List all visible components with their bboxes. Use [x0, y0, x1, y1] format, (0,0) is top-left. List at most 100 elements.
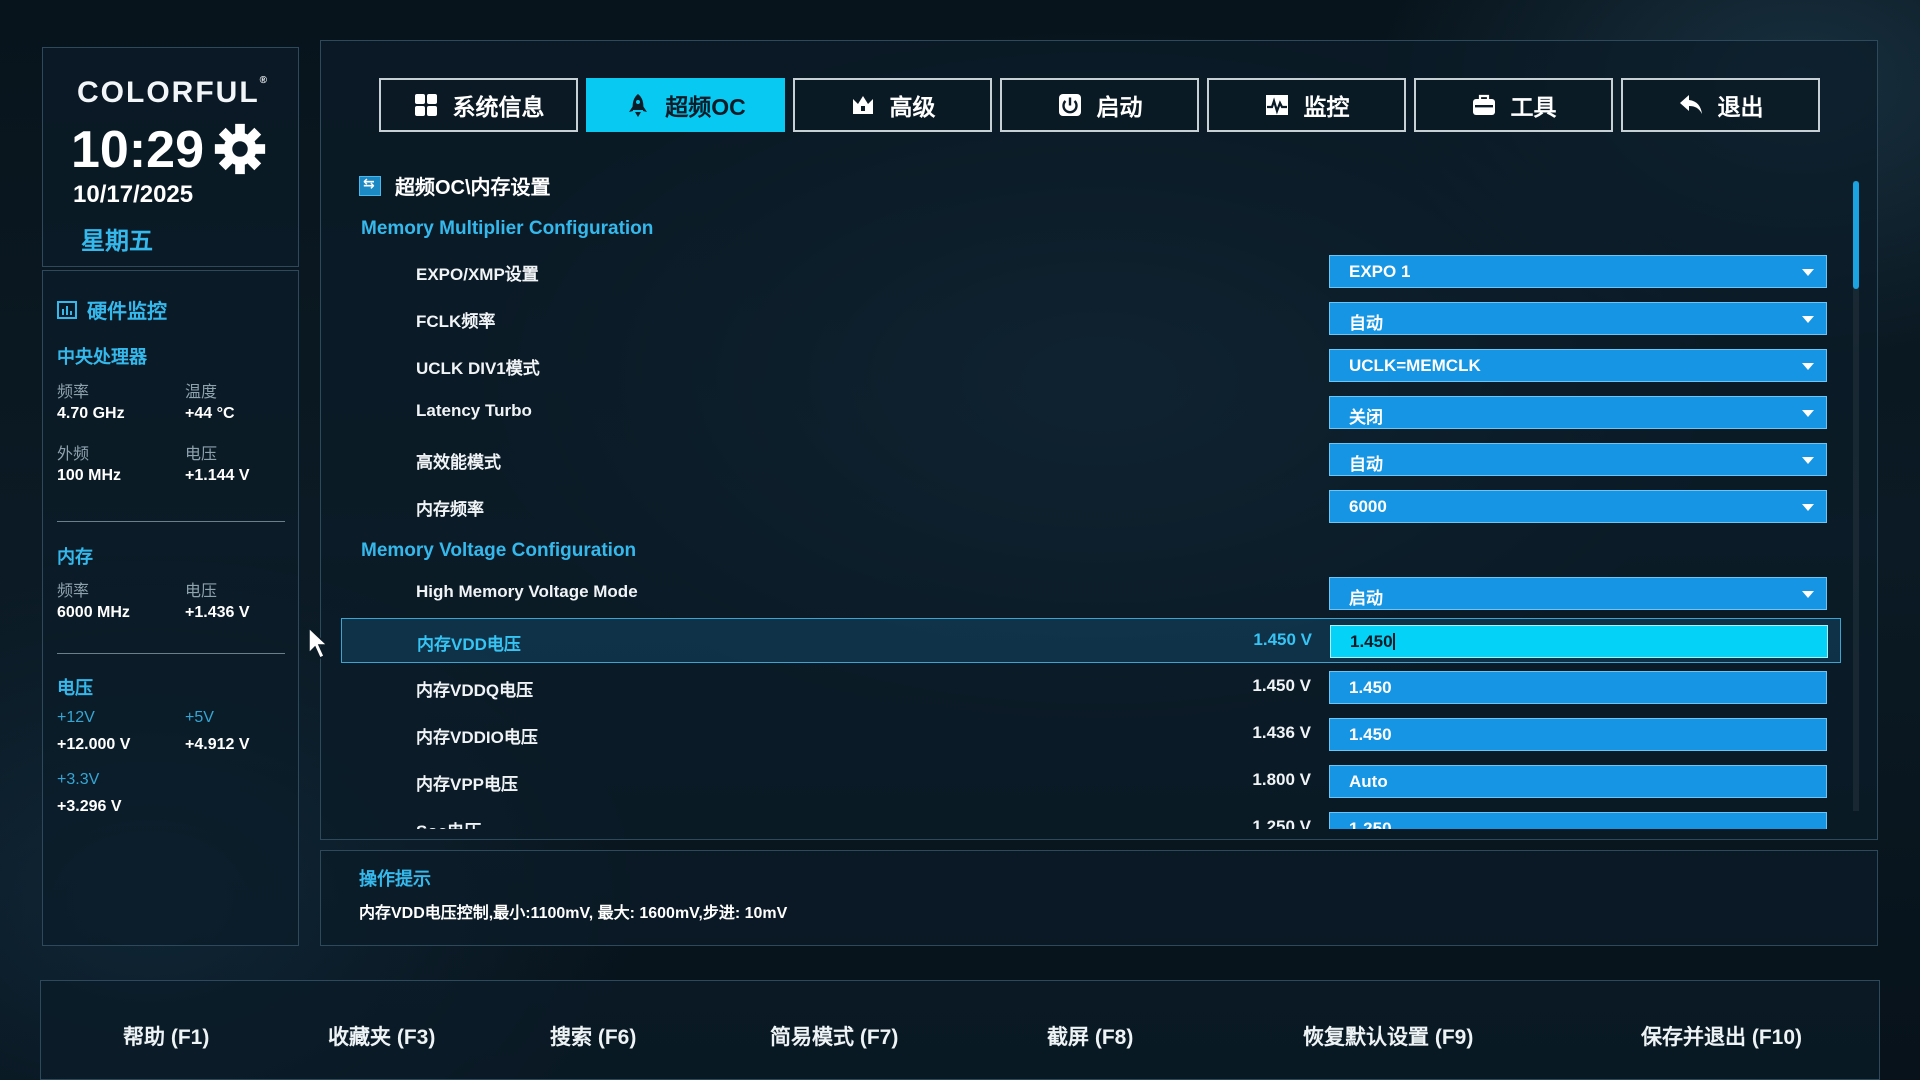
setting-row[interactable]: Soc电压 1.250 V 1.250: [341, 806, 1841, 829]
dropdown-value: UCLK=MEMCLK: [1349, 356, 1481, 375]
tab-tools[interactable]: 工具: [1414, 78, 1613, 132]
setting-label: 内存VDD电压: [417, 635, 521, 654]
current-voltage: 1.250 V: [1252, 817, 1311, 829]
tab-advanced[interactable]: 高级: [793, 78, 992, 132]
dropdown-value: 启动: [1349, 589, 1383, 608]
cpu-section-title: 中央处理器: [57, 347, 147, 367]
cpu-volt-value: +1.144 V: [185, 467, 250, 484]
hardware-monitor-title: 硬件监控: [87, 301, 167, 323]
tab-label: 高级: [889, 94, 936, 120]
vdd-voltage-input[interactable]: 1.450: [1330, 625, 1828, 658]
help-button[interactable]: 帮助 (F1): [123, 1021, 209, 1051]
setting-label: High Memory Voltage Mode: [416, 582, 638, 601]
performance-mode-dropdown[interactable]: 自动: [1329, 443, 1827, 476]
text-caret: [1392, 633, 1395, 650]
function-key-bar: 帮助 (F1) 收藏夹 (F3) 搜索 (F6) 简易模式 (F7) 截屏 (F…: [40, 980, 1880, 1080]
search-button[interactable]: 搜索 (F6): [550, 1021, 636, 1051]
latency-turbo-dropdown[interactable]: 关闭: [1329, 396, 1827, 429]
vpp-voltage-input[interactable]: Auto: [1329, 765, 1827, 798]
setting-label: 高效能模式: [416, 453, 501, 472]
current-voltage: 1.800 V: [1252, 770, 1311, 789]
main-panel: 系统信息 超频OC 高级 启动 监控 工具 退出 ⇆ 超频OC\内存设置 Mem…: [320, 40, 1878, 840]
memory-section-title: 内存: [57, 547, 93, 567]
chevron-down-icon: [1802, 269, 1814, 276]
setting-row[interactable]: High Memory Voltage Mode 启动: [341, 571, 1841, 616]
tab-label: 退出: [1717, 94, 1764, 120]
section-memory-voltage: Memory Voltage Configuration: [361, 540, 637, 561]
chevron-down-icon: [1802, 363, 1814, 370]
tab-overclock[interactable]: 超频OC: [586, 78, 785, 132]
current-voltage: 1.450 V: [1252, 676, 1311, 695]
date-display: 10/17/2025: [73, 181, 194, 208]
cpu-bclk-value: 100 MHz: [57, 467, 122, 484]
v12-value: +12.000 V: [57, 736, 131, 753]
clock-time: 10:29: [71, 121, 204, 179]
section-memory-multiplier: Memory Multiplier Configuration: [361, 218, 654, 239]
v5-label: +5V: [185, 709, 214, 726]
cpu-temp-label: 温度: [185, 384, 218, 401]
mouse-cursor-icon: [308, 627, 329, 660]
cpu-volt-label: 电压: [185, 446, 218, 463]
crown-icon: [852, 96, 873, 114]
setting-label: 内存VDDQ电压: [416, 681, 534, 700]
setting-row[interactable]: 高效能模式 自动: [341, 437, 1841, 482]
setting-row[interactable]: 内存VDDIO电压 1.436 V 1.450: [341, 712, 1841, 757]
setting-row[interactable]: FCLK频率 自动: [341, 296, 1841, 341]
breadcrumb-text: 超频OC\内存设置: [395, 177, 551, 199]
tab-bar: 系统信息 超频OC 高级 启动 监控 工具 退出: [379, 78, 1820, 132]
easy-mode-button[interactable]: 简易模式 (F7): [770, 1021, 898, 1051]
favorites-button[interactable]: 收藏夹 (F3): [328, 1021, 435, 1051]
chevron-down-icon: [1802, 504, 1814, 511]
screenshot-button[interactable]: 截屏 (F8): [1047, 1021, 1133, 1051]
tab-system-info[interactable]: 系统信息: [379, 78, 578, 132]
setting-row[interactable]: 内存VDDQ电压 1.450 V 1.450: [341, 665, 1841, 710]
gear-icon[interactable]: [211, 120, 269, 178]
setting-row[interactable]: UCLK DIV1模式 UCLK=MEMCLK: [341, 343, 1841, 388]
tab-label: 启动: [1096, 94, 1143, 120]
input-value: 1.450: [1349, 678, 1392, 697]
setting-row[interactable]: Latency Turbo 关闭: [341, 390, 1841, 435]
load-defaults-button[interactable]: 恢复默认设置 (F9): [1303, 1021, 1473, 1051]
hint-title: 操作提示: [359, 869, 431, 889]
setting-row[interactable]: 内存VPP电压 1.800 V Auto: [341, 759, 1841, 804]
tab-monitor[interactable]: 监控: [1207, 78, 1406, 132]
input-value: 1.450: [1349, 725, 1392, 744]
tab-label: 超频OC: [665, 94, 746, 120]
dropdown-value: 自动: [1349, 314, 1383, 333]
memory-frequency-dropdown[interactable]: 6000: [1329, 490, 1827, 523]
rocket-icon: [629, 94, 648, 117]
scrollbar-thumb[interactable]: [1853, 181, 1859, 289]
breadcrumb: 超频OC\内存设置: [359, 171, 551, 200]
input-value: 1.450: [1350, 632, 1393, 651]
v33-value: +3.296 V: [57, 798, 122, 815]
setting-label: Soc电压: [416, 817, 481, 829]
power-icon: [1058, 94, 1081, 116]
vddq-voltage-input[interactable]: 1.450: [1329, 671, 1827, 704]
tab-exit[interactable]: 退出: [1621, 78, 1820, 132]
expo-xmp-dropdown[interactable]: EXPO 1: [1329, 255, 1827, 288]
hint-text: 内存VDD电压控制,最小:1100mV, 最大: 1600mV,步进: 10mV: [359, 905, 788, 922]
setting-row[interactable]: EXPO/XMP设置 EXPO 1: [341, 249, 1841, 294]
setting-row-selected[interactable]: 内存VDD电压 1.450 V 1.450: [341, 618, 1841, 663]
chart-icon: [1265, 95, 1288, 115]
chevron-down-icon: [1802, 410, 1814, 417]
soc-voltage-input[interactable]: 1.250: [1329, 812, 1827, 829]
tab-label: 监控: [1303, 94, 1350, 120]
setting-row[interactable]: 内存频率 6000: [341, 484, 1841, 529]
tab-boot[interactable]: 启动: [1000, 78, 1199, 132]
dropdown-value: 关闭: [1349, 408, 1383, 427]
uclk-div1-dropdown[interactable]: UCLK=MEMCLK: [1329, 349, 1827, 382]
input-value: Auto: [1349, 772, 1388, 791]
chevron-down-icon: [1802, 457, 1814, 464]
scrollbar[interactable]: [1853, 181, 1859, 811]
high-voltage-mode-dropdown[interactable]: 启动: [1329, 577, 1827, 610]
save-and-exit-button[interactable]: 保存并退出 (F10): [1641, 1021, 1802, 1051]
grid-icon: [414, 94, 437, 116]
vddio-voltage-input[interactable]: 1.450: [1329, 718, 1827, 751]
fclk-dropdown[interactable]: 自动: [1329, 302, 1827, 335]
cpu-freq-label: 频率: [57, 384, 90, 401]
chevron-down-icon: [1802, 316, 1814, 323]
chevron-down-icon: [1802, 591, 1814, 598]
toolbox-icon: [1472, 94, 1495, 115]
setting-label: EXPO/XMP设置: [416, 265, 539, 284]
